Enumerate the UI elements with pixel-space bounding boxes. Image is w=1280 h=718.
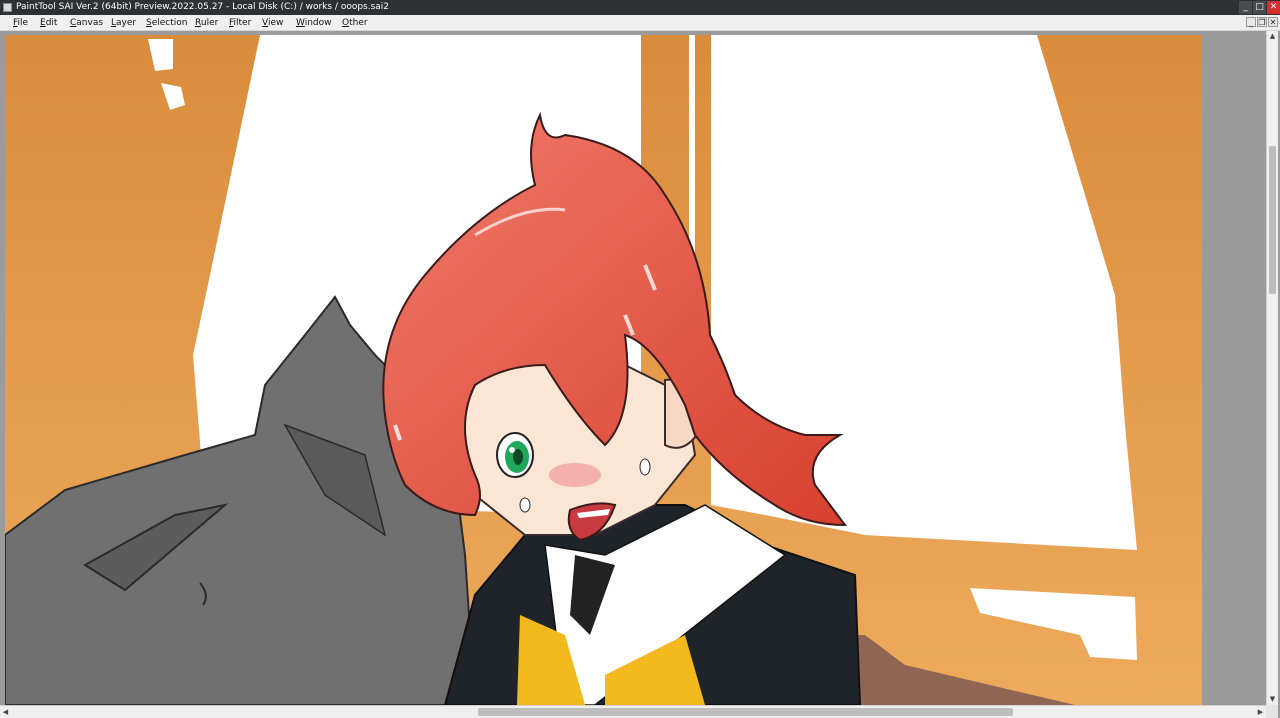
horizontal-scrollbar[interactable]: ◀ ▶ — [0, 705, 1266, 718]
menu-window[interactable]: Window — [296, 15, 332, 31]
menu-canvas-label: anvas — [76, 18, 104, 28]
document-minimize-button[interactable]: _ — [1246, 17, 1256, 27]
document-close-button[interactable]: ✕ — [1268, 17, 1278, 27]
menu-layer-label: ayer — [116, 18, 137, 28]
horizontal-scroll-thumb[interactable] — [478, 708, 1013, 716]
menu-selection[interactable]: Selection — [146, 15, 187, 31]
document-restore-button[interactable]: ❐ — [1257, 17, 1267, 27]
vertical-scroll-thumb[interactable] — [1269, 146, 1276, 294]
vertical-scrollbar[interactable]: ▲ ▼ — [1266, 31, 1278, 705]
scroll-up-icon[interactable]: ▲ — [1267, 31, 1278, 42]
title-bar: PaintTool SAI Ver.2 (64bit) Preview.2022… — [0, 0, 1280, 15]
menu-layer[interactable]: Layer — [111, 15, 136, 31]
menu-edit[interactable]: Edit — [40, 15, 57, 31]
menu-view[interactable]: View — [262, 15, 283, 31]
menu-ruler-label: uler — [200, 18, 219, 28]
workspace: ▲ ▼ ◀ ▶ — [0, 31, 1280, 718]
maximize-button[interactable]: □ — [1252, 1, 1266, 14]
scroll-left-icon[interactable]: ◀ — [0, 706, 11, 718]
scroll-right-icon[interactable]: ▶ — [1255, 706, 1266, 718]
close-button[interactable]: ✕ — [1266, 1, 1280, 14]
app-icon[interactable] — [3, 3, 12, 12]
menu-selection-label: election — [151, 18, 188, 28]
menu-window-accel: W — [296, 18, 305, 28]
window-controls: _ □ ✕ — [1238, 0, 1280, 15]
menu-filter[interactable]: Filter — [229, 15, 251, 31]
menu-other-label: ther — [349, 18, 368, 28]
minimize-button[interactable]: _ — [1238, 1, 1252, 14]
menu-other[interactable]: Other — [342, 15, 368, 31]
scrollbar-corner — [1266, 705, 1278, 718]
menu-edit-label: dit — [45, 18, 58, 28]
drawing-canvas[interactable] — [5, 35, 1202, 705]
menu-canvas[interactable]: Canvas — [70, 15, 103, 31]
scroll-down-icon[interactable]: ▼ — [1267, 694, 1278, 705]
window-title: PaintTool SAI Ver.2 (64bit) Preview.2022… — [16, 2, 390, 12]
menu-ruler[interactable]: Ruler — [195, 15, 218, 31]
document-controls: _ ❐ ✕ — [1246, 17, 1278, 27]
menu-bar: File Edit Canvas Layer Selection Ruler F… — [0, 15, 1280, 31]
menu-file-label: ile — [17, 18, 29, 28]
menu-filter-label: ilter — [233, 18, 252, 28]
artwork — [5, 35, 1202, 705]
menu-view-label: iew — [267, 18, 284, 28]
menu-window-label: indow — [304, 18, 332, 28]
menu-file[interactable]: File — [13, 15, 28, 31]
